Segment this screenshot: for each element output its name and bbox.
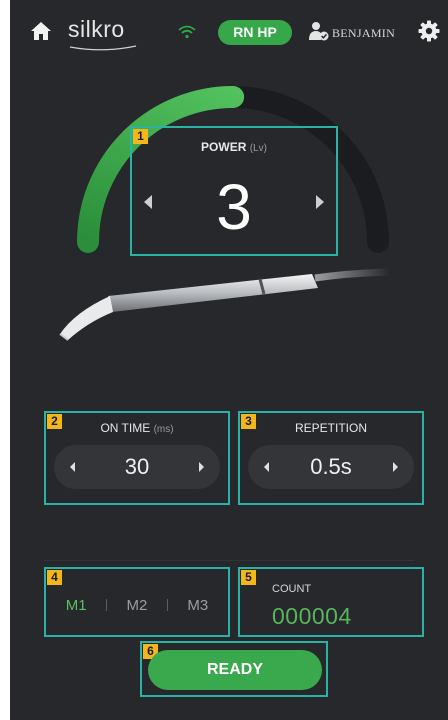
mode-list: M1 M2 M3	[46, 593, 228, 617]
mode-m1[interactable]: M1	[66, 597, 87, 614]
ready-button[interactable]: READY	[148, 650, 322, 690]
mode-selector: M1 M2 M3	[44, 567, 230, 637]
repetition-value: 0.5s	[310, 454, 352, 479]
on-time-unit: (ms)	[153, 424, 174, 435]
count-value: 000004	[272, 603, 352, 629]
power-increase-arrow[interactable]	[316, 195, 324, 209]
power-control: POWER (Lv) 3	[130, 126, 338, 256]
on-time-value: 30	[124, 454, 150, 479]
repetition-label: REPETITION	[294, 421, 367, 435]
on-time-label-text: ON TIME	[100, 421, 151, 435]
on-time-increase-arrow[interactable]	[199, 462, 204, 472]
handpiece-image	[59, 268, 390, 341]
on-time-decrease-arrow[interactable]	[70, 462, 75, 472]
ready-control: READY	[140, 641, 328, 697]
app-screen: silkro RN HP BENJAMIN 1 POWER (Lv) 3 2 O…	[10, 0, 448, 720]
repetition-control: REPETITION 0.5s	[238, 411, 424, 505]
power-value: 3	[216, 171, 252, 243]
power-unit: (Lv)	[249, 143, 267, 154]
repetition-stepper[interactable]: 0.5s	[248, 445, 414, 489]
section-divider	[44, 560, 414, 561]
count-label: COUNT	[272, 583, 312, 595]
on-time-stepper[interactable]: 30	[54, 445, 220, 489]
mode-m2[interactable]: M2	[127, 597, 148, 614]
shot-counter: COUNT 000004	[238, 567, 424, 637]
on-time-control: ON TIME (ms) 30	[44, 411, 230, 505]
on-time-label: ON TIME (ms)	[46, 421, 228, 435]
repetition-decrease-arrow[interactable]	[264, 462, 269, 472]
repetition-increase-arrow[interactable]	[393, 462, 398, 472]
mode-separator	[106, 599, 108, 611]
power-label: POWER (Lv)	[132, 140, 336, 154]
power-label-text: POWER	[201, 140, 247, 154]
mode-separator	[166, 599, 168, 611]
mode-m3[interactable]: M3	[187, 597, 208, 614]
